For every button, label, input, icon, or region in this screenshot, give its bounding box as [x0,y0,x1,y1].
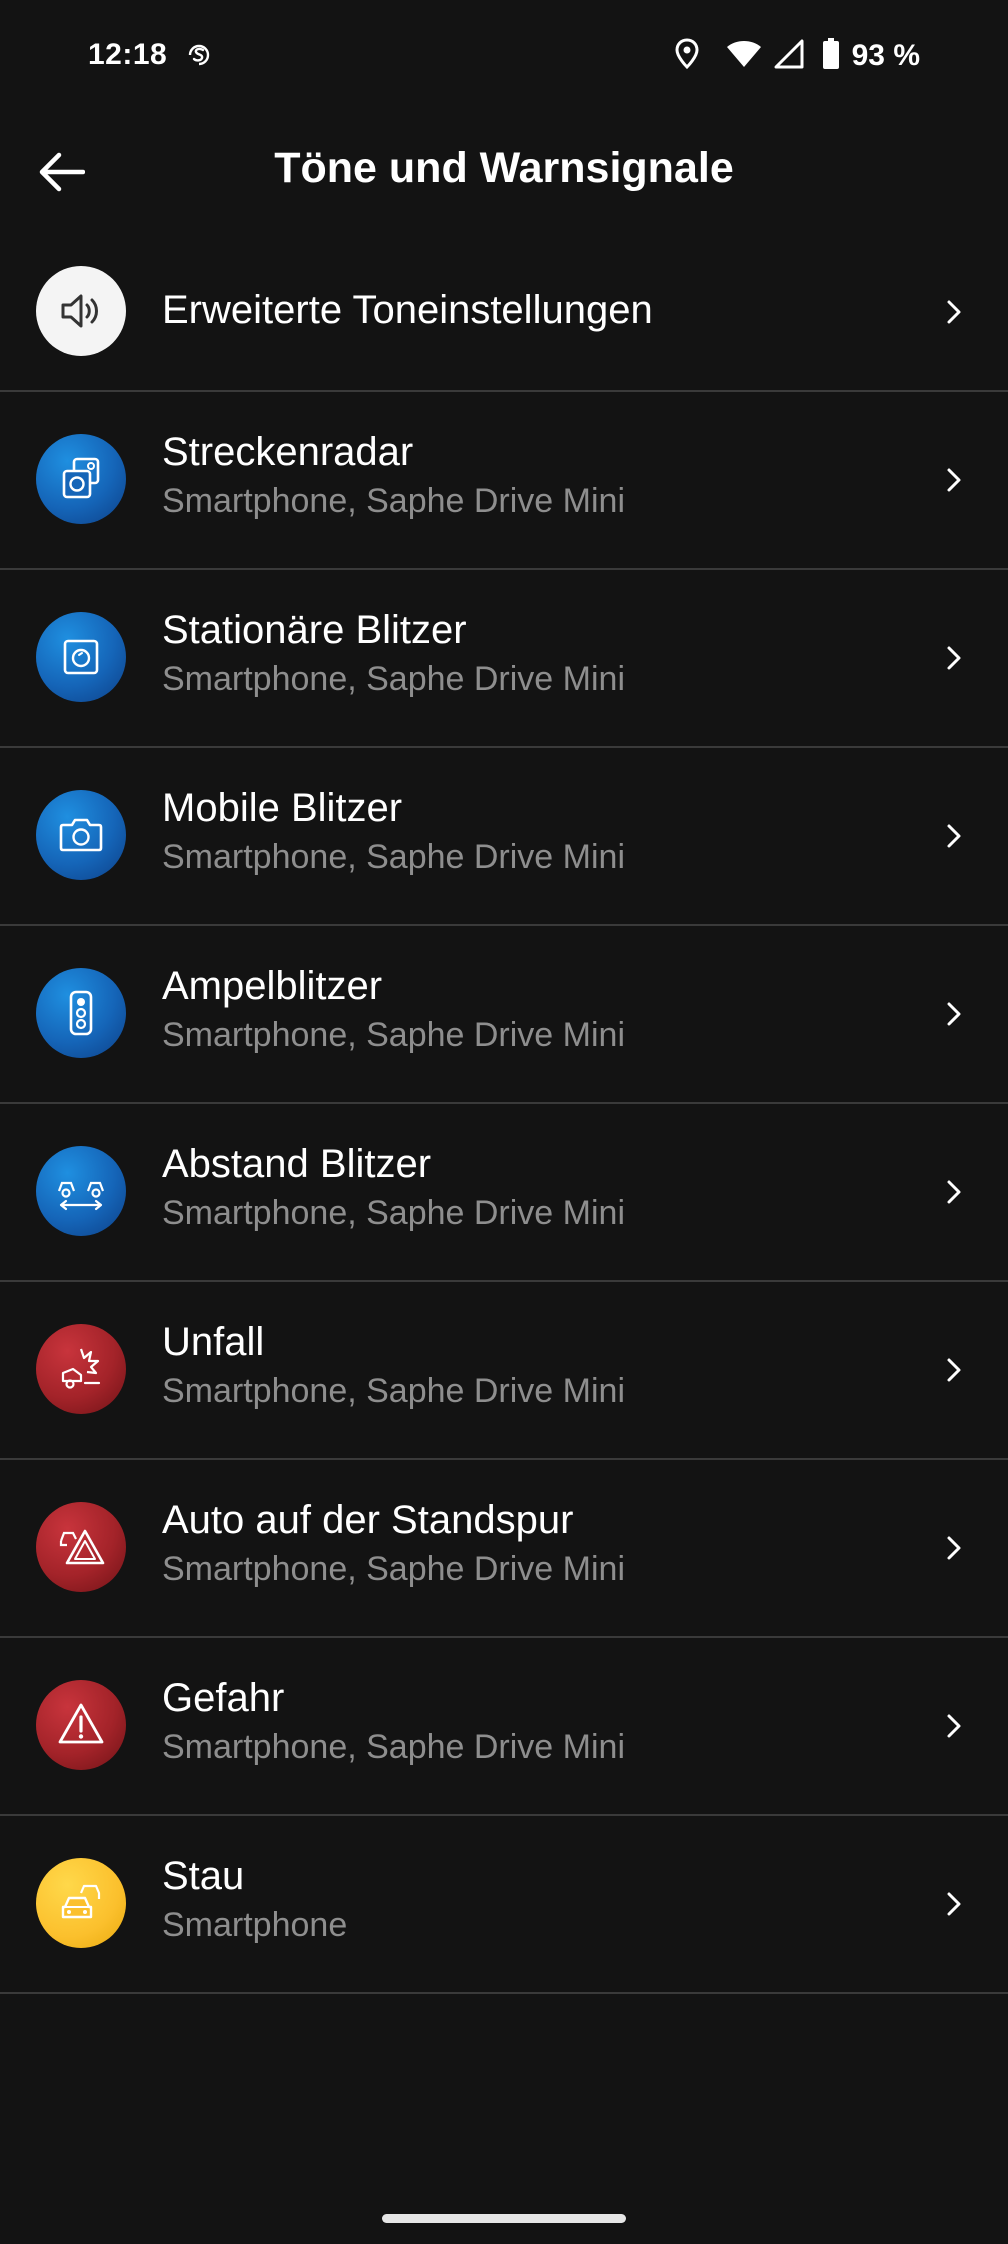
list-item-title: Streckenradar [162,430,414,474]
chevron-right-icon [940,1528,968,1568]
list-item-auto-auf-der-standspur[interactable]: Auto auf der Standspur Smartphone, Saphe… [0,1460,1008,1638]
battery-percentage: 93 % [851,39,920,72]
accident-icon [36,1324,126,1414]
chevron-right-icon [940,292,968,332]
status-bar: 12:18 93 % [0,0,1008,114]
settings-list: Erweiterte Toneinstellungen Streckenrada… [0,236,1008,1994]
fixed-camera-icon [36,612,126,702]
list-item-subtitle: Smartphone, Saphe Drive Mini [162,1194,626,1232]
home-indicator[interactable] [382,2214,626,2223]
status-time: 12:18 [88,38,168,71]
mobile-camera-icon [36,790,126,880]
list-item-advanced-sound-settings[interactable]: Erweiterte Toneinstellungen [0,236,1008,392]
list-item-mobile-blitzer[interactable]: Mobile Blitzer Smartphone, Saphe Drive M… [0,748,1008,926]
chevron-right-icon [940,1350,968,1390]
list-item-subtitle: Smartphone, Saphe Drive Mini [162,1728,626,1766]
list-item-abstand-blitzer[interactable]: Abstand Blitzer Smartphone, Saphe Drive … [0,1104,1008,1282]
list-item-subtitle: Smartphone, Saphe Drive Mini [162,660,626,698]
chevron-right-icon [940,638,968,678]
list-item-subtitle: Smartphone, Saphe Drive Mini [162,1016,626,1054]
wifi-icon [726,39,762,74]
list-item-subtitle: Smartphone, Saphe Drive Mini [162,1550,626,1588]
chevron-right-icon [940,1884,968,1924]
status-icons: 93 % [674,36,920,76]
section-radar-icon [36,434,126,524]
chevron-right-icon [940,994,968,1034]
traffic-light-icon [36,968,126,1058]
list-item-ampelblitzer[interactable]: Ampelblitzer Smartphone, Saphe Drive Min… [0,926,1008,1104]
app-bar: Töne und Warnsignale [0,114,1008,230]
list-item-subtitle: Smartphone, Saphe Drive Mini [162,482,626,520]
list-item-title: Mobile Blitzer [162,786,403,830]
distance-camera-icon [36,1146,126,1236]
list-item-gefahr[interactable]: Gefahr Smartphone, Saphe Drive Mini [0,1638,1008,1816]
list-item-stau[interactable]: Stau Smartphone [0,1816,1008,1994]
chevron-right-icon [940,460,968,500]
list-item-title: Unfall [162,1320,265,1364]
battery-icon [822,37,840,75]
list-item-subtitle: Smartphone, Saphe Drive Mini [162,838,626,876]
list-item-title: Auto auf der Standspur [162,1498,574,1542]
list-item-title: Stau [162,1854,245,1898]
list-item-unfall[interactable]: Unfall Smartphone, Saphe Drive Mini [0,1282,1008,1460]
chevron-right-icon [940,1172,968,1212]
chevron-right-icon [940,1706,968,1746]
speaker-icon [36,266,126,356]
list-item-streckenradar[interactable]: Streckenradar Smartphone, Saphe Drive Mi… [0,392,1008,570]
breakdown-triangle-icon [36,1502,126,1592]
traffic-jam-icon [36,1858,126,1948]
list-item-title: Gefahr [162,1676,285,1720]
warning-icon [36,1680,126,1770]
chevron-right-icon [940,816,968,856]
signal-icon [774,39,804,74]
location-icon [674,37,700,75]
list-item-title: Erweiterte Toneinstellungen [162,288,653,332]
s-circle-icon [184,40,214,70]
page-title: Töne und Warnsignale [274,144,734,192]
list-item-stationaere-blitzer[interactable]: Stationäre Blitzer Smartphone, Saphe Dri… [0,570,1008,748]
list-item-subtitle: Smartphone, Saphe Drive Mini [162,1372,626,1410]
list-item-title: Ampelblitzer [162,964,383,1008]
list-item-title: Abstand Blitzer [162,1142,432,1186]
list-item-title: Stationäre Blitzer [162,608,467,652]
list-item-subtitle: Smartphone [162,1906,348,1944]
